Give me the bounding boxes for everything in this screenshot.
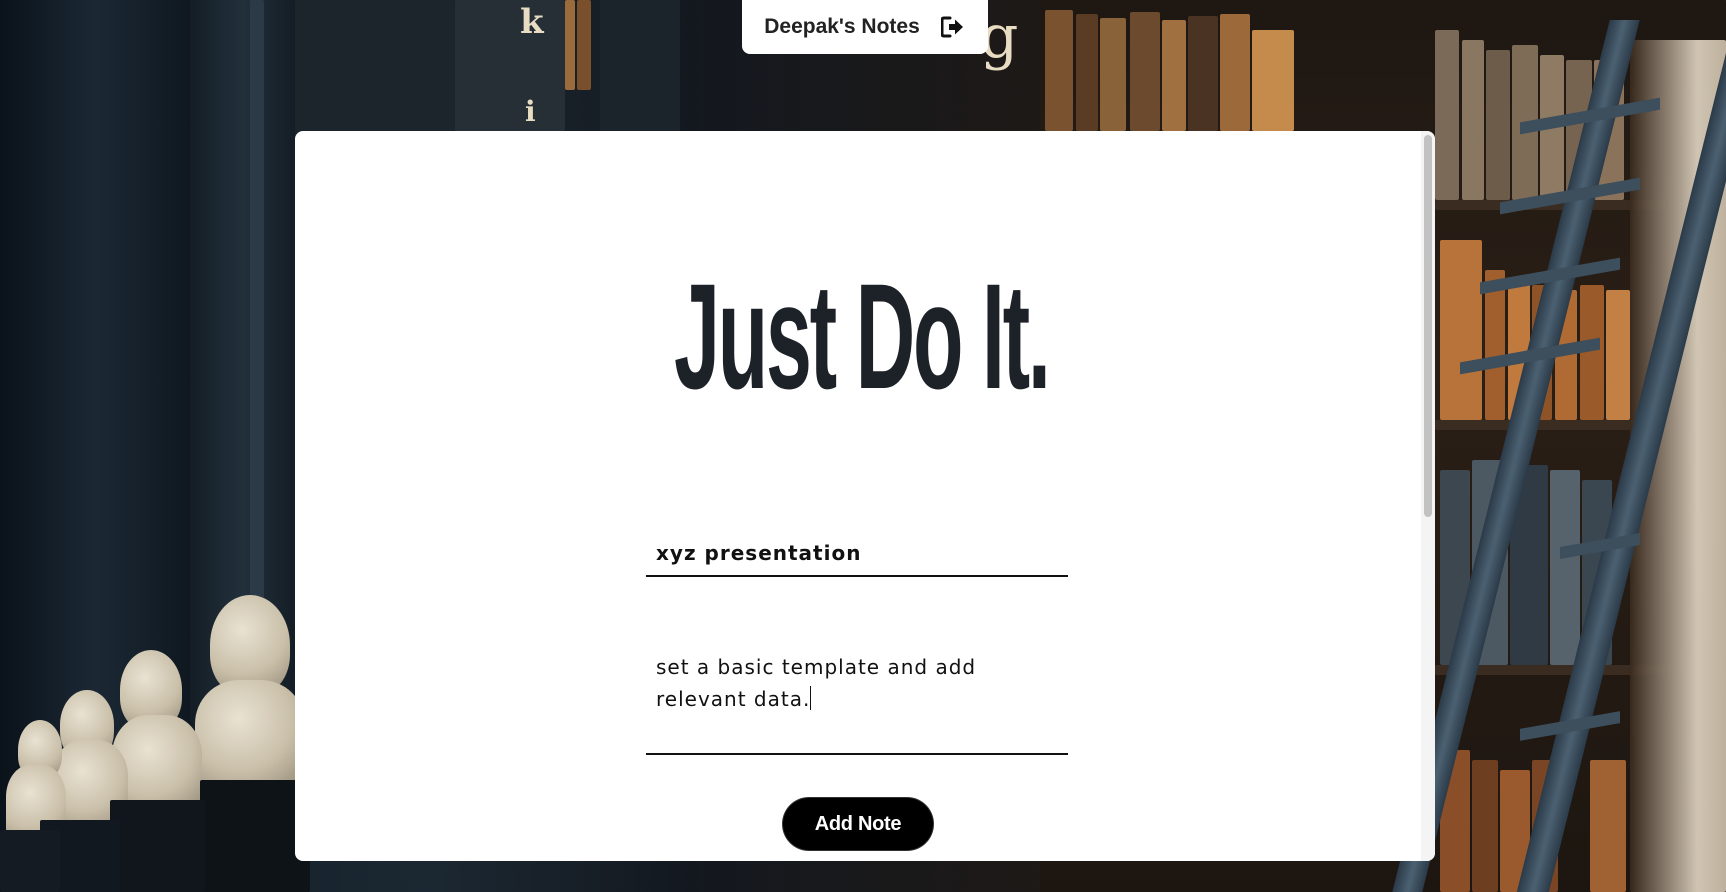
headline: Just Do It. — [674, 252, 1051, 420]
app-brand: Deepak's Notes — [764, 15, 920, 38]
text-caret — [810, 686, 812, 710]
note-content-textarea[interactable]: set a basic template and add relevant da… — [646, 643, 1068, 755]
note-title-input[interactable] — [646, 531, 1068, 577]
sign-out-icon[interactable] — [940, 14, 966, 40]
shelf-letter-k: k — [520, 2, 544, 42]
app-header-tab: Deepak's Notes — [742, 0, 988, 54]
shelf-letter-i: i — [525, 95, 536, 128]
add-note-button[interactable]: Add Note — [783, 798, 933, 850]
note-content-text: set a basic template and add relevant da… — [656, 655, 977, 711]
scrollbar-thumb[interactable] — [1424, 135, 1432, 517]
note-composer-card: Just Do It. set a basic template and add… — [295, 131, 1435, 861]
card-scrollbar[interactable] — [1421, 131, 1435, 861]
